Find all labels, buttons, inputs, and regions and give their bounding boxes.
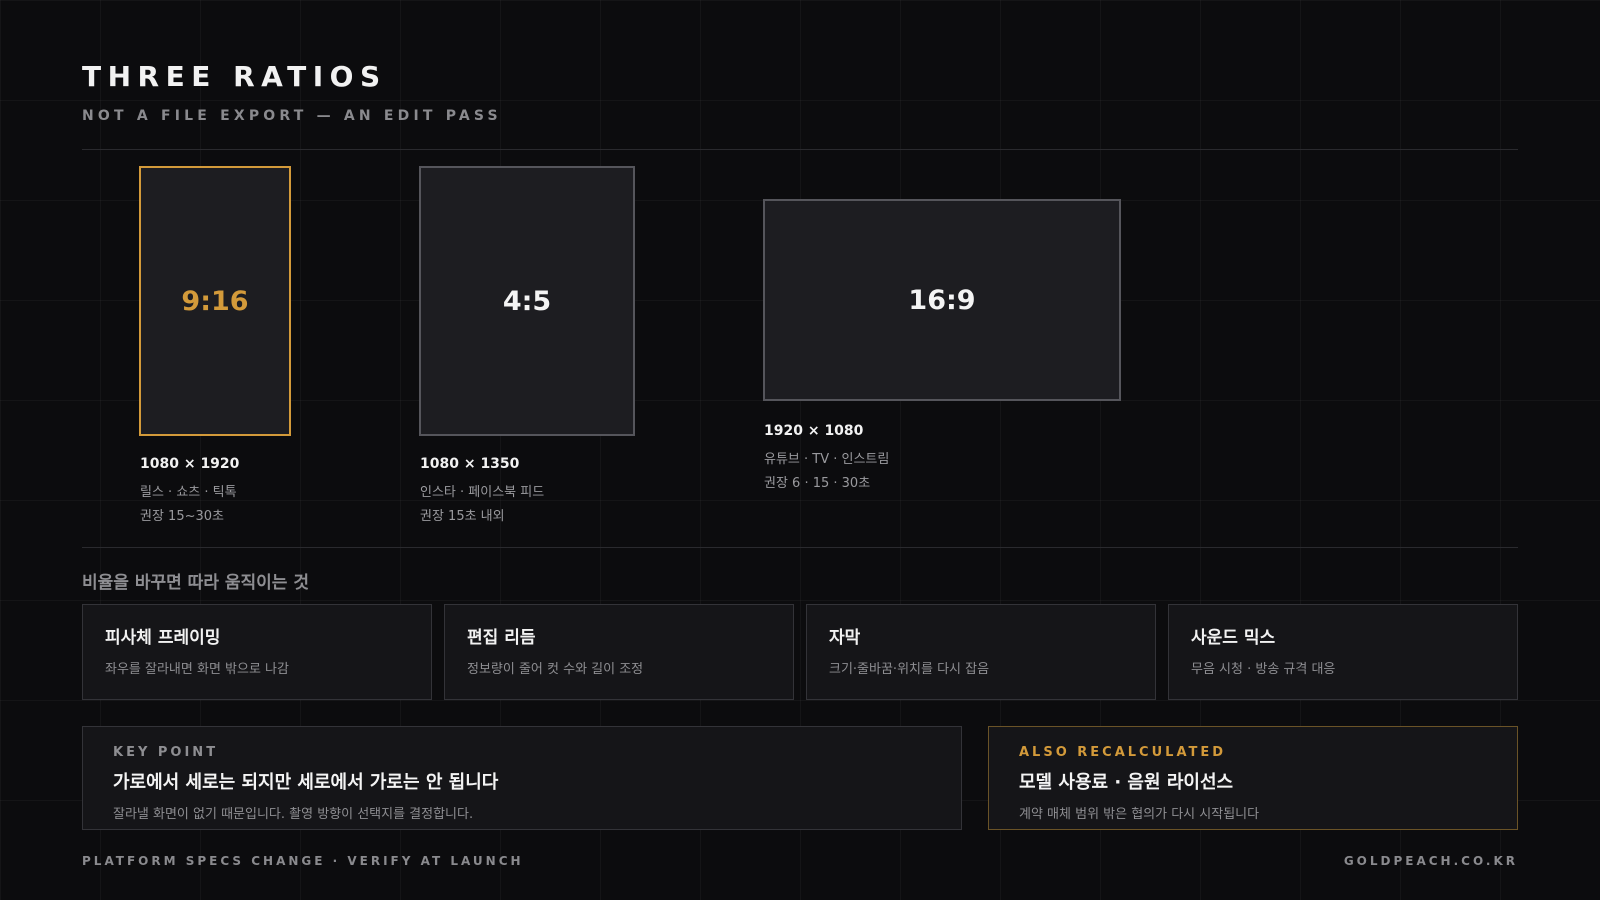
ratio-resolution: 1080 × 1350 <box>420 456 520 472</box>
ratio-platforms: 릴스 · 쇼츠 · 틱톡 <box>140 485 237 500</box>
card-title: 피사체 프레이밍 <box>105 628 221 648</box>
ratio-duration: 권장 15초 내외 <box>420 509 505 524</box>
card-desc: 크기·줄바꿈·위치를 다시 잡음 <box>829 662 990 677</box>
page-title: THREE RATIOS <box>82 60 387 93</box>
page-subtitle: NOT A FILE EXPORT — AN EDIT PASS <box>82 108 502 124</box>
section-divider <box>82 547 1518 548</box>
ratio-resolution: 1080 × 1920 <box>140 456 240 472</box>
change-card-sound: 사운드 믹스 무음 시청 · 방송 규격 대응 <box>1168 604 1518 700</box>
changes-heading: 비율을 바꾸면 따라 움직이는 것 <box>82 573 309 593</box>
ratio-meta-9-16: 1080 × 1920 릴스 · 쇼츠 · 틱톡 권장 15~30초 <box>140 456 239 529</box>
callout-title: 가로에서 세로는 되지만 세로에서 가로는 안 됩니다 <box>113 772 499 793</box>
key-point-callout: KEY POINT 가로에서 세로는 되지만 세로에서 가로는 안 됩니다 잘라… <box>82 726 962 830</box>
card-title: 편집 리듬 <box>467 628 536 648</box>
ratio-duration: 권장 15~30초 <box>140 509 224 524</box>
change-card-subtitles: 자막 크기·줄바꿈·위치를 다시 잡음 <box>806 604 1156 700</box>
callout-title: 모델 사용료 · 음원 라이선스 <box>1019 772 1234 793</box>
callout-desc: 계약 매체 범위 밖은 협의가 다시 시작됩니다 <box>1019 807 1260 822</box>
card-title: 사운드 믹스 <box>1191 628 1276 648</box>
card-title: 자막 <box>829 628 861 648</box>
ratio-meta-16-9: 1920 × 1080 유튜브 · TV · 인스트림 권장 6 · 15 · … <box>764 423 889 496</box>
callout-eyebrow: KEY POINT <box>113 745 219 760</box>
ratio-platforms: 유튜브 · TV · 인스트림 <box>764 452 890 467</box>
changes-list: 피사체 프레이밍 좌우를 잘라내면 화면 밖으로 나감 편집 리듬 정보량이 줄… <box>82 604 1518 700</box>
ratio-frame-4-5: 4:5 <box>419 166 635 436</box>
change-card-rhythm: 편집 리듬 정보량이 줄어 컷 수와 길이 조정 <box>444 604 794 700</box>
change-card-framing: 피사체 프레이밍 좌우를 잘라내면 화면 밖으로 나감 <box>82 604 432 700</box>
ratio-label: 4:5 <box>502 285 552 317</box>
callout-eyebrow: ALSO RECALCULATED <box>1019 745 1227 760</box>
card-desc: 정보량이 줄어 컷 수와 길이 조정 <box>467 662 644 677</box>
header-divider <box>82 149 1518 150</box>
card-desc: 무음 시청 · 방송 규격 대응 <box>1191 662 1336 677</box>
ratio-frame-16-9: 16:9 <box>763 199 1121 401</box>
ratio-label: 16:9 <box>908 284 976 316</box>
footer-note: PLATFORM SPECS CHANGE · VERIFY AT LAUNCH <box>82 854 524 868</box>
card-desc: 좌우를 잘라내면 화면 밖으로 나감 <box>105 662 289 677</box>
ratio-duration: 권장 6 · 15 · 30초 <box>764 476 871 491</box>
callout-desc: 잘라낼 화면이 없기 때문입니다. 촬영 방향이 선택지를 결정합니다. <box>113 807 474 822</box>
recalculated-callout: ALSO RECALCULATED 모델 사용료 · 음원 라이선스 계약 매체… <box>988 726 1518 830</box>
ratio-platforms: 인스타 · 페이스북 피드 <box>420 485 545 500</box>
ratio-meta-4-5: 1080 × 1350 인스타 · 페이스북 피드 권장 15초 내외 <box>420 456 544 529</box>
ratio-frame-9-16: 9:16 <box>139 166 291 436</box>
ratio-label: 9:16 <box>181 285 249 317</box>
footer-site: GOLDPEACH.CO.KR <box>1343 854 1518 868</box>
ratio-resolution: 1920 × 1080 <box>764 423 864 439</box>
